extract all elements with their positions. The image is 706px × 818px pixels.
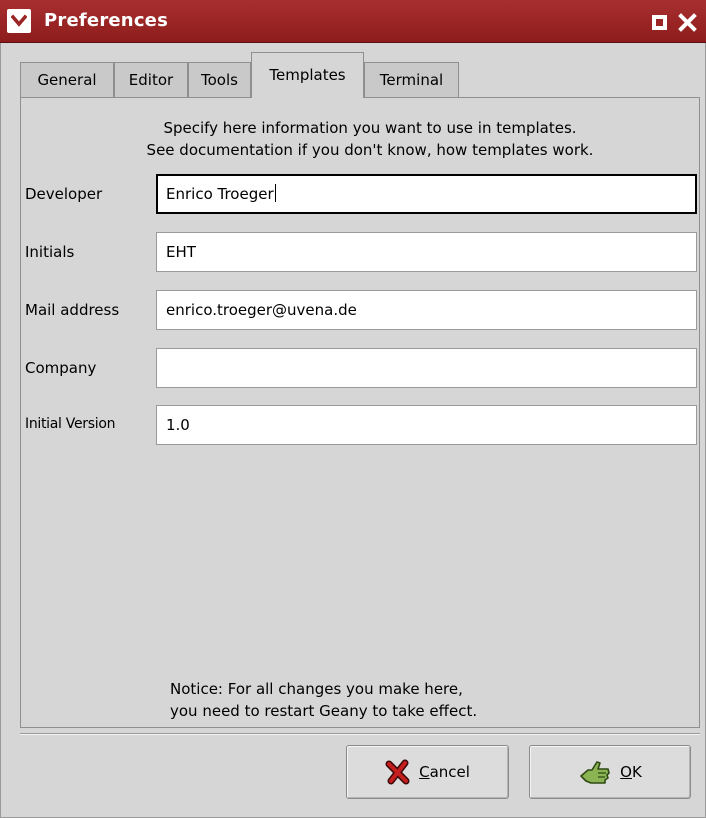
tab-general[interactable]: General	[20, 62, 114, 98]
maximize-button[interactable]	[650, 13, 669, 32]
developer-field[interactable]: Enrico Troeger	[156, 174, 697, 214]
cancel-button[interactable]: Cancel	[346, 745, 509, 799]
templates-intro: Specify here information you want to use…	[60, 117, 680, 161]
ok-button[interactable]: OK	[529, 745, 691, 799]
tab-terminal[interactable]: Terminal	[364, 62, 459, 98]
button-separator	[20, 733, 700, 735]
restart-notice: Notice: For all changes you make here, y…	[170, 678, 477, 722]
tab-tools[interactable]: Tools	[188, 62, 251, 98]
intro-line-2: See documentation if you don't know, how…	[146, 141, 594, 159]
initials-value: EHT	[166, 243, 196, 261]
mail-address-value: enrico.troeger@uvena.de	[166, 301, 357, 319]
notice-line-1: Notice: For all changes you make here,	[170, 680, 463, 698]
mail-address-label: Mail address	[25, 301, 120, 319]
close-icon	[678, 13, 697, 32]
developer-value: Enrico Troeger	[166, 185, 274, 203]
maximize-icon	[652, 15, 667, 30]
tab-editor[interactable]: Editor	[114, 62, 188, 98]
initial-version-label: Initial Version	[25, 416, 116, 432]
title-bar: Preferences	[0, 0, 706, 43]
cancel-x-icon	[385, 759, 411, 785]
close-button[interactable]	[678, 13, 697, 32]
text-cursor	[274, 184, 276, 202]
initial-version-field[interactable]: 1.0	[156, 405, 697, 445]
mail-address-field[interactable]: enrico.troeger@uvena.de	[156, 290, 697, 330]
tab-templates[interactable]: Templates	[251, 52, 364, 98]
initials-field[interactable]: EHT	[156, 232, 697, 272]
ok-hand-icon	[578, 758, 612, 786]
initial-version-value: 1.0	[166, 416, 190, 434]
chevron-down-icon	[11, 14, 27, 27]
ok-label: OK	[620, 763, 642, 781]
company-label: Company	[25, 359, 97, 377]
window-menu-button[interactable]	[7, 9, 31, 33]
initials-label: Initials	[25, 243, 75, 261]
developer-label: Developer	[25, 185, 103, 203]
window-title: Preferences	[44, 10, 169, 31]
company-field[interactable]	[156, 348, 697, 388]
intro-line-1: Specify here information you want to use…	[163, 119, 577, 137]
cancel-label: Cancel	[419, 763, 470, 781]
notice-line-2: you need to restart Geany to take effect…	[170, 702, 478, 720]
